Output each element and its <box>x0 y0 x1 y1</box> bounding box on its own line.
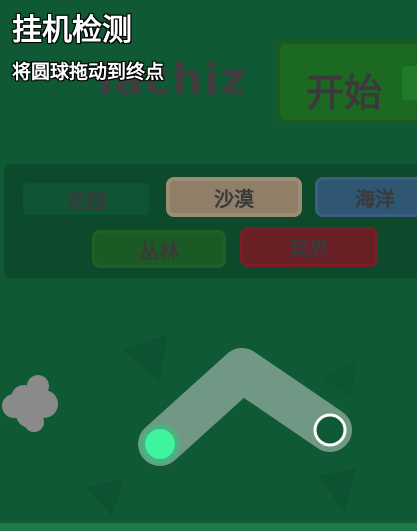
decor-shape <box>318 468 356 512</box>
decor-shape <box>322 362 356 398</box>
captcha-title: 挂机检测 <box>12 13 132 48</box>
decor-shape <box>122 334 168 382</box>
goal-ring <box>313 413 347 447</box>
blob-obstacle <box>2 375 58 432</box>
drag-ball[interactable] <box>145 429 175 459</box>
captcha-instruction: 将圆球拖动到终点 <box>12 61 165 83</box>
bottom-edge <box>0 523 417 531</box>
drag-track <box>138 348 352 466</box>
decor-shape <box>86 478 124 516</box>
